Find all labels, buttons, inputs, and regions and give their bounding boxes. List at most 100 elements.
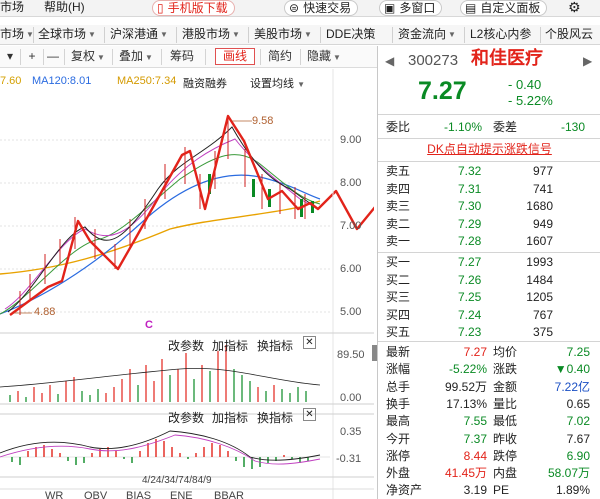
chips-button[interactable]: 筹码 <box>166 48 198 65</box>
bid-volume: 1205 <box>526 290 553 304</box>
multi-window-button[interactable]: ▣ 多窗口 <box>379 0 443 16</box>
bid-volume: 1993 <box>526 255 553 269</box>
overlay-button[interactable]: 叠加 ▼ <box>116 48 156 65</box>
high-price-label: 9.58 <box>252 115 274 127</box>
indicator-tab-bias[interactable]: BIAS <box>126 490 151 499</box>
zoom-in-button[interactable]: + <box>24 48 40 65</box>
stat-value: 41.45万 <box>444 466 487 481</box>
market-tab-stock-news[interactable]: 个股风云 <box>545 27 593 42</box>
indicator-tab-obv[interactable]: OBV <box>84 490 107 499</box>
ask-level-label: 卖五 <box>386 164 411 178</box>
volume-edit-params[interactable]: 改参数 <box>168 337 204 354</box>
quote-header: ◀ 300273 和佳医疗 ▶ <box>378 48 600 72</box>
custom-panel-button[interactable]: ▤ 自定义面板 <box>460 0 548 16</box>
market-tab-us-stocks[interactable]: 美股市场 ▼ <box>254 27 312 42</box>
indicator-tab-bbar[interactable]: BBAR <box>214 490 244 499</box>
next-stock-icon[interactable]: ▶ <box>583 54 592 69</box>
bid-row[interactable]: 买五 7.23 375 <box>378 325 600 340</box>
close-icon[interactable]: ✕ <box>303 408 316 421</box>
bid-volume: 767 <box>532 307 553 322</box>
settings-gear-icon[interactable]: ⚙ <box>568 0 581 15</box>
market-tab-dde[interactable]: DDE决策 <box>326 27 375 42</box>
multi-window-label: 多窗口 <box>399 1 436 15</box>
simple-button[interactable]: 简约 <box>264 48 296 65</box>
stats-row: 涨幅 -5.22% 涨跌 ▼0.40 <box>378 362 600 377</box>
bid-row[interactable]: 买四 7.24 767 <box>378 308 600 323</box>
stat-label: 最新 <box>386 345 411 359</box>
ask-row[interactable]: 卖四 7.31 741 <box>378 182 600 197</box>
mobile-download-button[interactable]: ▯ 手机版下载 <box>152 0 235 16</box>
stat-value: 7.22亿 <box>554 379 590 394</box>
menu-help[interactable]: 帮助(H) <box>44 0 85 15</box>
stat-value: 7.27 <box>463 345 487 359</box>
stat-label: 今开 <box>386 431 411 446</box>
price-change-pct: - 5.22% <box>508 93 553 108</box>
indicator-tab-wr[interactable]: WR <box>45 490 63 499</box>
volume-add-indicator[interactable]: 加指标 <box>212 337 248 354</box>
stat-label: 最高 <box>386 414 411 429</box>
event-marker[interactable]: C <box>145 319 153 331</box>
macd-edit-params[interactable]: 改参数 <box>168 409 204 426</box>
y-axis-label: 9.00 <box>340 134 362 146</box>
stat-value: 7.67 <box>566 431 590 446</box>
stat-value: 7.25 <box>566 345 590 359</box>
stats-row: 涨停 8.44 跌停 6.90 <box>378 449 600 464</box>
stat-label: 金额 <box>493 379 518 394</box>
stat-label: 涨幅 <box>386 362 411 377</box>
trade-icon: ⊜ <box>289 1 300 15</box>
menu-bar: 市场 帮助(H) ▯ 手机版下载 ⊜ 快速交易 ▣ 多窗口 ▤ 自定义面板 ⚙ <box>0 0 600 17</box>
macd-switch-indicator[interactable]: 换指标 <box>257 409 293 426</box>
dk-signal-link[interactable]: DK点自动提示涨跌信号 <box>378 142 600 157</box>
ask-row[interactable]: 卖五 7.32 977 <box>378 164 600 179</box>
hide-button[interactable]: 隐藏 ▼ <box>304 48 344 65</box>
volume-switch-indicator[interactable]: 换指标 <box>257 337 293 354</box>
market-tab-l2[interactable]: L2核心内参 <box>470 27 531 42</box>
stat-label: PE <box>493 483 510 498</box>
bid-row[interactable]: 买一 7.27 1993 <box>378 255 600 270</box>
caret-left-icon[interactable]: ▾ <box>2 48 18 65</box>
ask-price: 7.28 <box>458 234 482 248</box>
market-tab-market[interactable]: 市场 ▼ <box>0 27 34 42</box>
menu-market[interactable]: 市场 <box>0 0 24 15</box>
phone-icon: ▯ <box>157 1 164 15</box>
ask-level-label: 卖二 <box>386 216 411 231</box>
bid-price: 7.23 <box>458 325 482 339</box>
stat-value: -5.22% <box>448 362 487 377</box>
ask-row[interactable]: 卖一 7.28 1607 <box>378 234 600 249</box>
stat-value: 7.37 <box>463 431 487 446</box>
ask-volume: 1680 <box>526 199 553 213</box>
date-axis-label: 4/24/34/74/84/9 <box>142 475 212 486</box>
prev-stock-icon[interactable]: ◀ <box>385 54 394 69</box>
indicator-tab-ene[interactable]: ENE <box>170 490 193 499</box>
trading-terminal: 市场 帮助(H) ▯ 手机版下载 ⊜ 快速交易 ▣ 多窗口 ▤ 自定义面板 ⚙ 市场 ▼ … <box>0 0 600 499</box>
market-tab-fund-flow[interactable]: 资金流向 ▼ <box>398 27 456 42</box>
kline-svg <box>0 69 374 499</box>
ask-price: 7.29 <box>458 216 482 231</box>
kline-chart[interactable]: 7.60 MA120:8.01 MA250:7.34 融资融券 设置均线 ▼ 9… <box>0 69 374 499</box>
stat-value: 17.13% <box>446 396 487 411</box>
macd-add-indicator[interactable]: 加指标 <box>212 409 248 426</box>
stat-label: 换手 <box>386 396 411 411</box>
stat-value: 0.65 <box>566 396 590 411</box>
stat-label: 昨收 <box>493 431 518 446</box>
stock-name: 和佳医疗 <box>471 48 543 68</box>
y-axis-label: 5.00 <box>340 306 362 318</box>
stats-row: 今开 7.37 昨收 7.67 <box>378 432 600 447</box>
close-icon[interactable]: ✕ <box>303 336 316 349</box>
market-tab-hk-connect[interactable]: 沪深港通 ▼ <box>110 27 168 42</box>
ask-row[interactable]: 卖二 7.29 949 <box>378 217 600 232</box>
bid-row[interactable]: 买二 7.26 1484 <box>378 273 600 288</box>
market-tab-hk-stocks[interactable]: 港股市场 ▼ <box>182 27 240 42</box>
market-tab-global[interactable]: 全球市场 ▼ <box>38 27 96 42</box>
ask-row[interactable]: 卖三 7.30 1680 <box>378 199 600 214</box>
quick-trade-button[interactable]: ⊜ 快速交易 <box>284 0 359 16</box>
bid-row[interactable]: 买三 7.25 1205 <box>378 290 600 305</box>
bid-volume: 375 <box>532 325 553 339</box>
ask-level-label: 卖四 <box>386 181 411 196</box>
zoom-out-button[interactable]: — <box>45 48 61 65</box>
draw-button[interactable]: 画线 <box>215 48 255 65</box>
stat-value: 1.89% <box>555 483 590 498</box>
stock-code: 300273 <box>408 52 459 69</box>
bid-volume: 1484 <box>526 272 553 287</box>
adjust-button[interactable]: 复权 ▼ <box>68 48 108 65</box>
